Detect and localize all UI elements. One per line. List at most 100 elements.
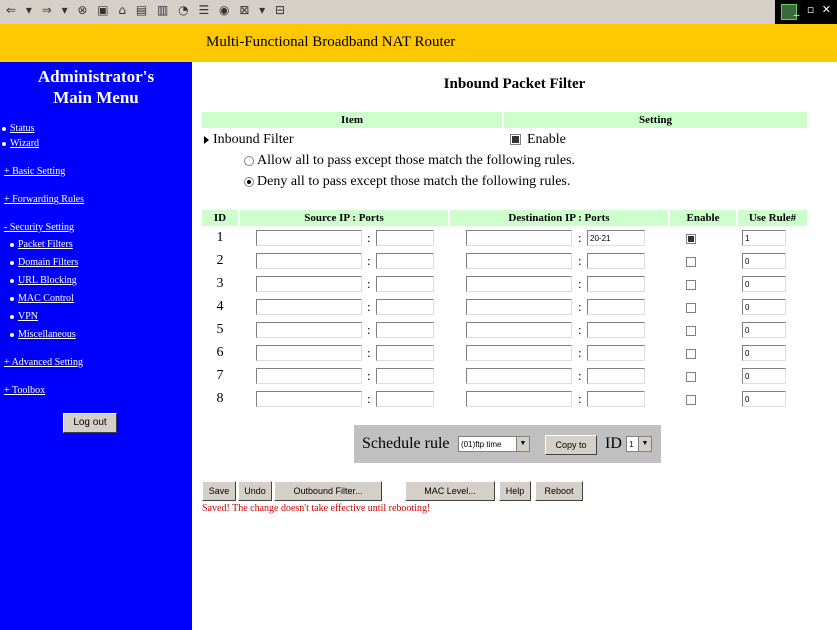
setting-header: Setting [504,112,807,128]
enable-toggle[interactable]: Enable [510,132,566,148]
destination-port-input[interactable]: 20-21 [587,230,645,246]
help-button[interactable]: Help [499,481,531,501]
deny-option[interactable]: Deny all to pass except those match the … [244,174,570,190]
use-rule-input[interactable]: 0 [742,368,786,384]
source-ip-input[interactable] [256,322,362,338]
sidebar-item-advanced-setting[interactable]: + Advanced Setting [4,357,83,368]
destination-ip-input[interactable] [466,322,572,338]
arrow-right-icon [204,135,209,144]
sidebar-item-wizard[interactable]: Wizard [2,138,39,149]
source-ip-input[interactable] [256,368,362,384]
browser-throbber: _ ▫ ✕ [775,0,837,24]
bullet-icon [10,296,14,301]
destination-port-input[interactable] [587,322,645,338]
destination-ip-input[interactable] [466,368,572,384]
source-port-input[interactable] [376,345,434,361]
deny-radio[interactable] [244,176,254,187]
window-controls-icon[interactable]: _ ▫ ✕ [794,3,833,16]
sidebar-item-security-setting[interactable]: - Security Setting [4,222,74,233]
enable-checkbox[interactable] [510,134,521,146]
colon-separator: : [578,276,582,291]
destination-ip-input[interactable] [466,391,572,407]
outbound-filter-button[interactable]: Outbound Filter... [274,481,382,501]
save-button[interactable]: Save [202,481,236,501]
destination-port-input[interactable] [587,345,645,361]
mac-level-button[interactable]: MAC Level... [405,481,495,501]
source-ip-input[interactable] [256,299,362,315]
rule-enable-checkbox[interactable] [686,303,696,313]
rule-enable-checkbox[interactable] [686,257,696,267]
source-ip-input[interactable] [256,345,362,361]
schedule-panel: Schedule rule (01)ftp time ▼ Copy to ID … [354,425,661,463]
destination-ip-input[interactable] [466,345,572,361]
source-port-input[interactable] [376,276,434,292]
schedule-select[interactable]: (01)ftp time ▼ [458,436,530,452]
col-source: Source IP : Ports [240,210,448,226]
rule-enable-checkbox[interactable] [686,395,696,405]
row-id: 3 [216,276,224,291]
sidebar-item-vpn[interactable]: VPN [10,311,38,322]
reboot-button[interactable]: Reboot [535,481,583,501]
destination-ip-input[interactable] [466,276,572,292]
sidebar-item-status[interactable]: Status [2,123,34,134]
source-ip-input[interactable] [256,253,362,269]
source-port-input[interactable] [376,299,434,315]
sidebar-item-packet-filters[interactable]: Packet Filters [10,239,73,250]
use-rule-input[interactable]: 1 [742,230,786,246]
use-rule-input[interactable]: 0 [742,345,786,361]
destination-port-input[interactable] [587,253,645,269]
use-rule-input[interactable]: 0 [742,391,786,407]
allow-option[interactable]: Allow all to pass except those match the… [244,153,575,169]
colon-separator: : [367,230,371,245]
colon-separator: : [578,253,582,268]
rule-enable-checkbox[interactable] [686,372,696,382]
colon-separator: : [367,253,371,268]
destination-ip-input[interactable] [466,253,572,269]
bullet-icon [10,332,14,337]
rule-enable-checkbox[interactable] [686,280,696,290]
sidebar-item-forwarding-rules[interactable]: + Forwarding Rules [4,194,84,205]
destination-port-input[interactable] [587,299,645,315]
toolbar-icons[interactable]: ⇐ ▾ ⇒ ▾ ⊗ ▣ ⌂ ▤ ▥ ◔ ☰ ◉ ⊠ ▾ ⊟ [6,3,288,17]
destination-port-input[interactable] [587,276,645,292]
use-rule-input[interactable]: 0 [742,322,786,338]
colon-separator: : [367,345,371,360]
destination-port-input[interactable] [587,368,645,384]
use-rule-input[interactable]: 0 [742,253,786,269]
source-port-input[interactable] [376,391,434,407]
sidebar-item-basic-setting[interactable]: + Basic Setting [4,166,65,177]
undo-button[interactable]: Undo [238,481,272,501]
logout-button[interactable]: Log out [63,413,117,433]
rule-enable-checkbox[interactable] [686,349,696,359]
row-id: 6 [216,345,224,360]
use-rule-input[interactable]: 0 [742,276,786,292]
source-port-input[interactable] [376,322,434,338]
sidebar-item-miscellaneous[interactable]: Miscellaneous [10,329,76,340]
source-ip-input[interactable] [256,276,362,292]
destination-port-input[interactable] [587,391,645,407]
sidebar-item-mac-control[interactable]: MAC Control [10,293,74,304]
source-ip-input[interactable] [256,230,362,246]
colon-separator: : [367,276,371,291]
row-id: 5 [216,322,224,337]
rule-enable-checkbox[interactable] [686,326,696,336]
rule-enable-checkbox[interactable] [686,234,696,244]
source-port-input[interactable] [376,253,434,269]
copy-to-button[interactable]: Copy to [545,435,597,455]
bullet-icon [10,260,14,265]
source-port-input[interactable] [376,368,434,384]
destination-ip-input[interactable] [466,230,572,246]
browser-toolbar: ⇐ ▾ ⇒ ▾ ⊗ ▣ ⌂ ▤ ▥ ◔ ☰ ◉ ⊠ ▾ ⊟ _ ▫ ✕ [0,0,837,25]
sidebar-item-toolbox[interactable]: + Toolbox [4,385,45,396]
colon-separator: : [578,322,582,337]
id-select[interactable]: 1 ▼ [626,436,652,452]
source-port-input[interactable] [376,230,434,246]
sidebar-item-domain-filters[interactable]: Domain Filters [10,257,78,268]
use-rule-input[interactable]: 0 [742,299,786,315]
menu-title: Administrator's Main Menu [37,67,155,107]
source-ip-input[interactable] [256,391,362,407]
destination-ip-input[interactable] [466,299,572,315]
schedule-label: Schedule rule [362,435,450,452]
sidebar-item-url-blocking[interactable]: URL Blocking [10,275,77,286]
allow-radio[interactable] [244,155,254,166]
